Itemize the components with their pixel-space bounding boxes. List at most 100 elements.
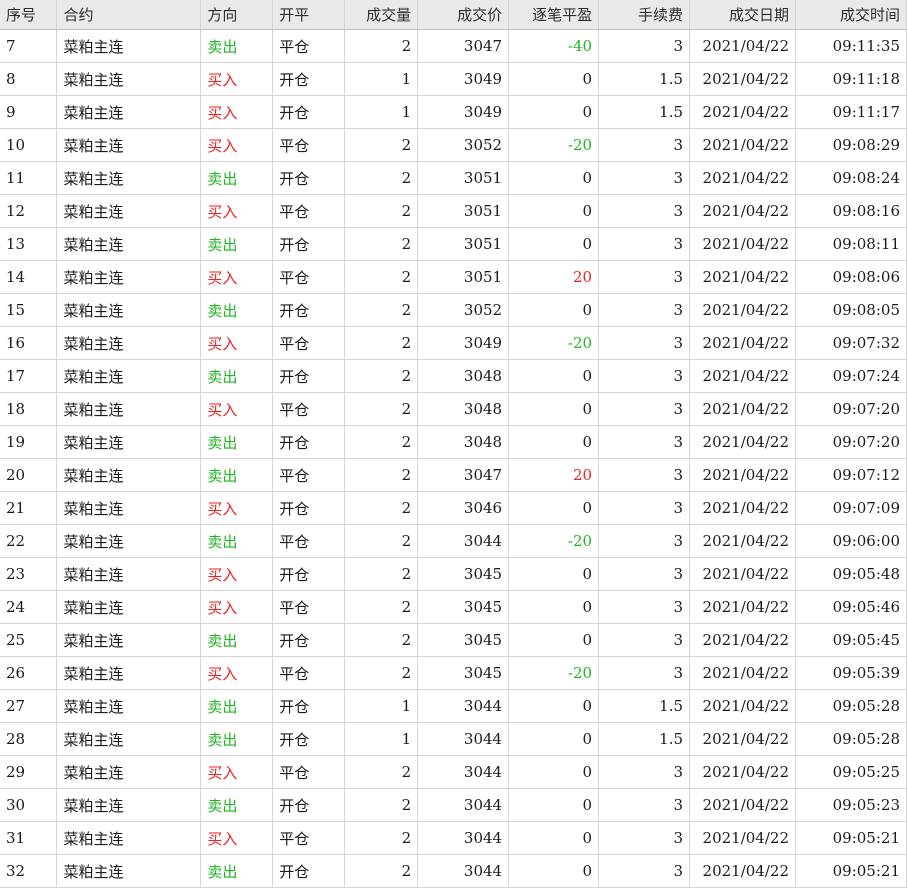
col-header-pnl[interactable]: 逐笔平盈: [508, 0, 600, 30]
cell-date: 2021/04/22: [689, 359, 796, 393]
table-row[interactable]: 10 菜粕主连 买入 平仓 2 3052 -20 3 2021/04/22 09:08:29: [0, 128, 907, 162]
cell-pnl: 0: [508, 590, 600, 624]
table-row[interactable]: 8 菜粕主连 买入 开仓 1 3049 0 1.5 2021/04/22 09:11:18: [0, 62, 907, 96]
cell-volume: 2: [344, 425, 419, 459]
cell-pnl: -40: [508, 29, 600, 63]
cell-date: 2021/04/22: [689, 227, 796, 261]
cell-fee: 3: [598, 623, 691, 657]
table-row[interactable]: 19 菜粕主连 卖出 开仓 2 3048 0 3 2021/04/22 09:07:20: [0, 425, 907, 459]
table-row[interactable]: 28 菜粕主连 卖出 开仓 1 3044 0 1.5 2021/04/22 09:05:28: [0, 722, 907, 756]
cell-direction: 买入: [200, 194, 274, 228]
col-header-volume[interactable]: 成交量: [344, 0, 419, 30]
table-row[interactable]: 20 菜粕主连 卖出 平仓 2 3047 20 3 2021/04/22 09:07:12: [0, 458, 907, 492]
cell-seq: 21: [0, 491, 58, 525]
table-row[interactable]: 13 菜粕主连 卖出 开仓 2 3051 0 3 2021/04/22 09:08:11: [0, 227, 907, 261]
cell-date: 2021/04/22: [689, 623, 796, 657]
cell-contract: 菜粕主连: [56, 788, 202, 822]
table-row[interactable]: 16 菜粕主连 买入 平仓 2 3049 -20 3 2021/04/22 09:07:32: [0, 326, 907, 360]
cell-open-close: 开仓: [272, 161, 346, 195]
table-row[interactable]: 23 菜粕主连 买入 开仓 2 3045 0 3 2021/04/22 09:05:48: [0, 557, 907, 591]
cell-direction: 卖出: [200, 854, 274, 888]
cell-pnl: 20: [508, 260, 600, 294]
table-row[interactable]: 22 菜粕主连 卖出 平仓 2 3044 -20 3 2021/04/22 09:06:00: [0, 524, 907, 558]
cell-volume: 2: [344, 557, 419, 591]
cell-direction: 卖出: [200, 359, 274, 393]
table-row[interactable]: 7 菜粕主连 卖出 平仓 2 3047 -40 3 2021/04/22 09:11:35: [0, 29, 907, 63]
table-row[interactable]: 14 菜粕主连 买入 平仓 2 3051 20 3 2021/04/22 09:08:06: [0, 260, 907, 294]
cell-open-close: 开仓: [272, 491, 346, 525]
cell-pnl: -20: [508, 656, 600, 690]
cell-time: 09:11:35: [795, 29, 907, 63]
cell-date: 2021/04/22: [689, 689, 796, 723]
table-row[interactable]: 11 菜粕主连 卖出 开仓 2 3051 0 3 2021/04/22 09:08:24: [0, 161, 907, 195]
cell-pnl: 0: [508, 392, 600, 426]
table-row[interactable]: 27 菜粕主连 卖出 开仓 1 3044 0 1.5 2021/04/22 09:05:28: [0, 689, 907, 723]
cell-seq: 19: [0, 425, 58, 459]
cell-seq: 11: [0, 161, 58, 195]
table-row[interactable]: 26 菜粕主连 买入 平仓 2 3045 -20 3 2021/04/22 09:05:39: [0, 656, 907, 690]
cell-seq: 12: [0, 194, 58, 228]
cell-pnl: 0: [508, 755, 600, 789]
cell-contract: 菜粕主连: [56, 590, 202, 624]
cell-open-close: 开仓: [272, 623, 346, 657]
cell-time: 09:11:18: [795, 62, 907, 96]
col-header-open-close[interactable]: 开平: [272, 0, 346, 30]
table-row[interactable]: 24 菜粕主连 买入 平仓 2 3045 0 3 2021/04/22 09:05:46: [0, 590, 907, 624]
cell-price: 3046: [417, 491, 510, 525]
cell-date: 2021/04/22: [689, 656, 796, 690]
cell-contract: 菜粕主连: [56, 623, 202, 657]
table-row[interactable]: 30 菜粕主连 卖出 开仓 2 3044 0 3 2021/04/22 09:05:23: [0, 788, 907, 822]
cell-fee: 1.5: [598, 689, 691, 723]
col-header-date[interactable]: 成交日期: [689, 0, 796, 30]
cell-open-close: 平仓: [272, 128, 346, 162]
cell-price: 3047: [417, 458, 510, 492]
col-header-time[interactable]: 成交时间: [795, 0, 907, 30]
cell-date: 2021/04/22: [689, 194, 796, 228]
cell-volume: 2: [344, 227, 419, 261]
cell-contract: 菜粕主连: [56, 95, 202, 129]
cell-seq: 16: [0, 326, 58, 360]
table-row[interactable]: 9 菜粕主连 买入 开仓 1 3049 0 1.5 2021/04/22 09:11:17: [0, 95, 907, 129]
table-row[interactable]: 25 菜粕主连 卖出 开仓 2 3045 0 3 2021/04/22 09:05:45: [0, 623, 907, 657]
table-row[interactable]: 21 菜粕主连 买入 开仓 2 3046 0 3 2021/04/22 09:07:09: [0, 491, 907, 525]
cell-time: 09:05:25: [795, 755, 907, 789]
cell-pnl: 0: [508, 854, 600, 888]
table-row[interactable]: 17 菜粕主连 卖出 开仓 2 3048 0 3 2021/04/22 09:07:24: [0, 359, 907, 393]
cell-volume: 2: [344, 656, 419, 690]
cell-seq: 29: [0, 755, 58, 789]
cell-seq: 18: [0, 392, 58, 426]
cell-seq: 23: [0, 557, 58, 591]
col-header-price[interactable]: 成交价: [417, 0, 510, 30]
cell-volume: 2: [344, 260, 419, 294]
cell-pnl: 0: [508, 62, 600, 96]
cell-time: 09:08:16: [795, 194, 907, 228]
cell-price: 3045: [417, 557, 510, 591]
table-row[interactable]: 12 菜粕主连 买入 平仓 2 3051 0 3 2021/04/22 09:08:16: [0, 194, 907, 228]
cell-volume: 1: [344, 689, 419, 723]
col-header-seq[interactable]: 序号: [0, 0, 58, 30]
cell-price: 3052: [417, 293, 510, 327]
cell-fee: 3: [598, 194, 691, 228]
col-header-contract[interactable]: 合约: [56, 0, 202, 30]
col-header-fee[interactable]: 手续费: [598, 0, 691, 30]
cell-fee: 1.5: [598, 95, 691, 129]
cell-open-close: 开仓: [272, 689, 346, 723]
table-row[interactable]: 15 菜粕主连 卖出 开仓 2 3052 0 3 2021/04/22 09:08:05: [0, 293, 907, 327]
col-header-direction[interactable]: 方向: [200, 0, 274, 30]
table-row[interactable]: 32 菜粕主连 卖出 开仓 2 3044 0 3 2021/04/22 09:05:21: [0, 854, 907, 888]
cell-direction: 卖出: [200, 425, 274, 459]
table-row[interactable]: 29 菜粕主连 买入 平仓 2 3044 0 3 2021/04/22 09:05:25: [0, 755, 907, 789]
cell-fee: 3: [598, 458, 691, 492]
cell-volume: 2: [344, 392, 419, 426]
cell-price: 3045: [417, 590, 510, 624]
cell-fee: 1.5: [598, 722, 691, 756]
cell-fee: 3: [598, 524, 691, 558]
cell-volume: 2: [344, 293, 419, 327]
cell-fee: 1.5: [598, 62, 691, 96]
table-row[interactable]: 18 菜粕主连 买入 平仓 2 3048 0 3 2021/04/22 09:07:20: [0, 392, 907, 426]
cell-volume: 2: [344, 194, 419, 228]
cell-open-close: 开仓: [272, 293, 346, 327]
table-row[interactable]: 31 菜粕主连 买入 平仓 2 3044 0 3 2021/04/22 09:05:21: [0, 821, 907, 855]
cell-volume: 2: [344, 161, 419, 195]
cell-pnl: 0: [508, 788, 600, 822]
